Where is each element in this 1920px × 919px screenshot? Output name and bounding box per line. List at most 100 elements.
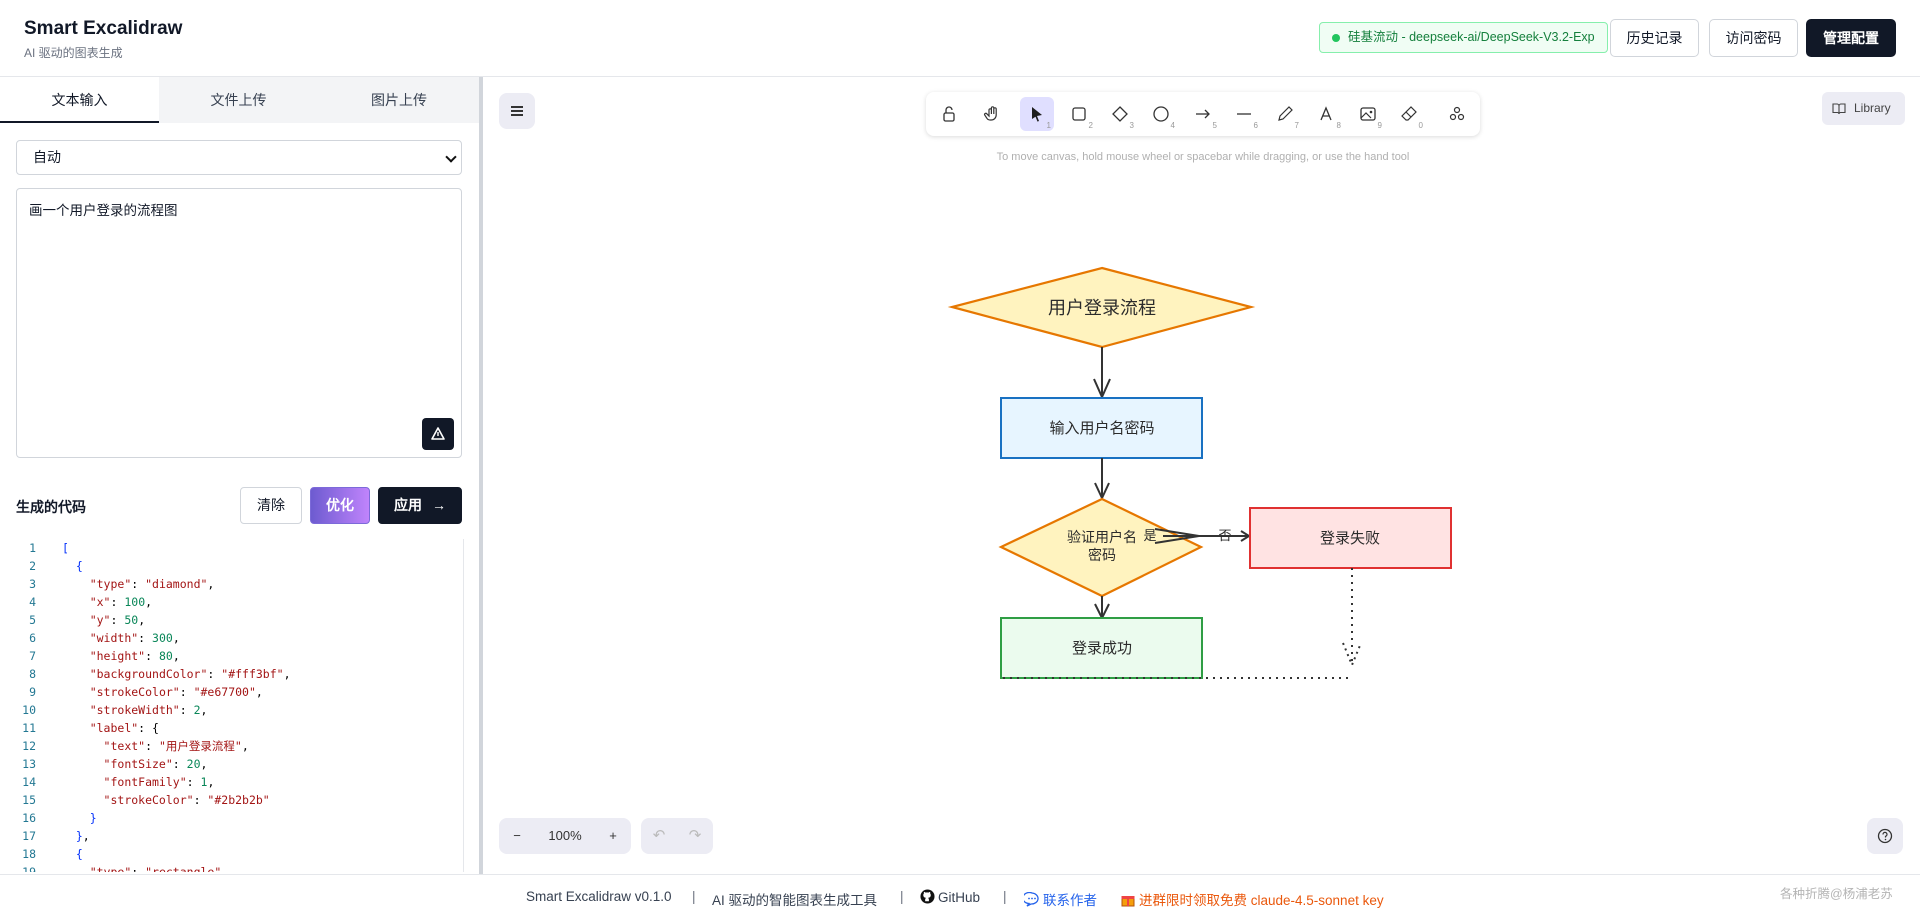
code-line: 17 }, xyxy=(0,827,476,845)
line-number: 19 xyxy=(22,865,36,872)
diagram-no-label: 否 xyxy=(1218,529,1231,544)
line-number: 8 xyxy=(29,667,36,681)
tab-image-upload[interactable]: 图片上传 xyxy=(318,77,480,123)
diagram-arrow[interactable] xyxy=(1154,528,1251,544)
footer-separator: | xyxy=(692,889,696,904)
diagram-arrow[interactable] xyxy=(1093,347,1111,400)
code-line: 10 "strokeWidth": 2, xyxy=(0,701,476,719)
line-number: 14 xyxy=(22,775,36,789)
code-line: 18 { xyxy=(0,845,476,863)
code-line: 4 "x": 100, xyxy=(0,593,476,611)
diagram-arrow[interactable] xyxy=(1094,596,1110,621)
code-line: 13 "fontSize": 20, xyxy=(0,755,476,773)
diagram-start-label: 用户登录流程 xyxy=(1048,298,1156,319)
undo-redo-controls: ↶ ↷ xyxy=(641,818,713,854)
history-button[interactable]: 历史记录 xyxy=(1610,19,1699,57)
model-status-badge[interactable]: 硅基流动 - deepseek-ai/DeepSeek-V3.2-Exp xyxy=(1319,22,1608,53)
chart-type-value: 自动 xyxy=(33,149,61,165)
contact-label: 联系作者 xyxy=(1043,893,1097,908)
zoom-level[interactable]: 100% xyxy=(535,818,595,854)
triangle-warning-icon xyxy=(431,427,445,440)
code-text: "fontFamily": 1, xyxy=(103,775,215,789)
code-line: 19 "type": "rectangle", xyxy=(0,863,476,872)
code-text: "strokeColor": "#e67700", xyxy=(89,685,263,699)
code-line: 15 "strokeColor": "#2b2b2b" xyxy=(0,791,476,809)
code-text: "strokeColor": "#2b2b2b" xyxy=(103,793,270,807)
app-footer: Smart Excalidraw v0.1.0 | AI 驱动的智能图表生成工具… xyxy=(0,874,1920,919)
line-number: 5 xyxy=(29,613,36,627)
help-icon xyxy=(1877,828,1893,844)
code-line: 7 "height": 80, xyxy=(0,647,476,665)
code-text: "backgroundColor": "#fff3bf", xyxy=(89,667,291,681)
arrow-right-icon: → xyxy=(431,497,446,513)
promo-link[interactable]: 进群限时领取免费 claude-4.5-sonnet key xyxy=(1121,889,1384,909)
code-line: 6 "width": 300, xyxy=(0,629,476,647)
diagram-verify-label-2: 密码 xyxy=(1088,547,1116,564)
code-text: }, xyxy=(75,829,90,843)
watermark: 各种折腾@杨浦老苏 xyxy=(1780,887,1893,901)
diagram-success-label: 登录成功 xyxy=(1072,639,1132,657)
github-label: GitHub xyxy=(938,890,981,905)
chart-type-select[interactable]: 自动 xyxy=(16,140,462,175)
line-number: 2 xyxy=(29,559,36,573)
line-number: 4 xyxy=(29,595,36,609)
contact-author-link[interactable]: 联系作者 xyxy=(1022,889,1097,909)
tab-text-input[interactable]: 文本输入 xyxy=(0,77,159,123)
code-line: 14 "fontFamily": 1, xyxy=(0,773,476,791)
code-text: "type": "diamond", xyxy=(89,577,215,591)
diagram-success-rect[interactable]: 登录成功 xyxy=(1000,617,1203,679)
app-subtitle: AI 驱动的图表生成 xyxy=(24,46,123,60)
clear-button[interactable]: 清除 xyxy=(240,487,302,524)
diagram-fail-label: 登录失败 xyxy=(1320,529,1380,547)
editor-scrollbar[interactable] xyxy=(463,539,464,872)
code-text: "x": 100, xyxy=(89,595,153,609)
code-text: { xyxy=(75,559,83,573)
line-number: 12 xyxy=(22,739,36,753)
line-number: 17 xyxy=(22,829,36,843)
undo-icon[interactable]: ↶ xyxy=(641,818,677,854)
code-editor[interactable]: 1[2 {3 "type": "diamond", 4 "x": 100, 5 "y… xyxy=(0,539,476,872)
diagram-verify-label-1: 验证用户名 xyxy=(1067,529,1137,546)
line-number: 18 xyxy=(22,847,36,861)
zoom-in-button[interactable]: + xyxy=(595,818,631,854)
line-number: 6 xyxy=(29,631,36,645)
diagram-arrow[interactable] xyxy=(1094,458,1110,501)
code-line: 2 { xyxy=(0,557,476,575)
code-text: } xyxy=(89,811,97,825)
apply-label: 应用 xyxy=(394,497,423,513)
generate-button[interactable] xyxy=(422,418,454,450)
prompt-textarea[interactable]: 画一个用户登录的流程图 xyxy=(16,188,462,458)
redo-icon[interactable]: ↷ xyxy=(677,818,713,854)
left-panel: 文本输入 文件上传 图片上传 自动 画一个用户登录的流程图 生成的代码 清除 优… xyxy=(0,77,480,874)
excalidraw-canvas[interactable]: 1 2 3 4 5 6 7 8 9 0 To move canvas, hold… xyxy=(483,77,1920,874)
diagram-input-rect[interactable]: 输入用户名密码 xyxy=(1000,397,1203,459)
code-text: "type": "rectangle", xyxy=(89,865,229,872)
code-line: 16 } xyxy=(0,809,476,827)
diagram-verify-diamond[interactable]: 验证用户名 密码 xyxy=(998,497,1204,598)
line-number: 7 xyxy=(29,649,36,663)
access-password-button[interactable]: 访问密码 xyxy=(1709,19,1798,57)
code-text: [ xyxy=(62,541,69,555)
code-line: 8 "backgroundColor": "#fff3bf", xyxy=(0,665,476,683)
admin-config-button[interactable]: 管理配置 xyxy=(1806,19,1896,57)
optimize-button[interactable]: 优化 xyxy=(310,487,370,524)
code-line: 11 "label": { xyxy=(0,719,476,737)
zoom-controls: − 100% + xyxy=(499,818,631,854)
input-tabs: 文本输入 文件上传 图片上传 xyxy=(0,77,480,123)
status-dot-icon xyxy=(1332,34,1340,42)
diagram-fail-rect[interactable]: 登录失败 xyxy=(1249,507,1452,569)
app-header: Smart Excalidraw AI 驱动的图表生成 硅基流动 - deeps… xyxy=(0,0,1920,77)
code-section-title: 生成的代码 xyxy=(16,499,86,515)
zoom-out-button[interactable]: − xyxy=(499,818,535,854)
apply-button[interactable]: 应用 → xyxy=(378,487,462,524)
tab-file-upload[interactable]: 文件上传 xyxy=(159,77,318,123)
code-text: "text": "用户登录流程", xyxy=(103,739,249,753)
diagram-start-diamond[interactable]: 用户登录流程 xyxy=(947,266,1256,349)
code-text: "strokeWidth": 2, xyxy=(89,703,208,717)
code-text: "width": 300, xyxy=(89,631,180,645)
line-number: 9 xyxy=(29,685,36,699)
github-link[interactable]: GitHub xyxy=(920,889,980,905)
help-button[interactable] xyxy=(1867,818,1903,854)
chevron-down-icon xyxy=(445,151,457,163)
code-line: 1[ xyxy=(0,539,476,557)
